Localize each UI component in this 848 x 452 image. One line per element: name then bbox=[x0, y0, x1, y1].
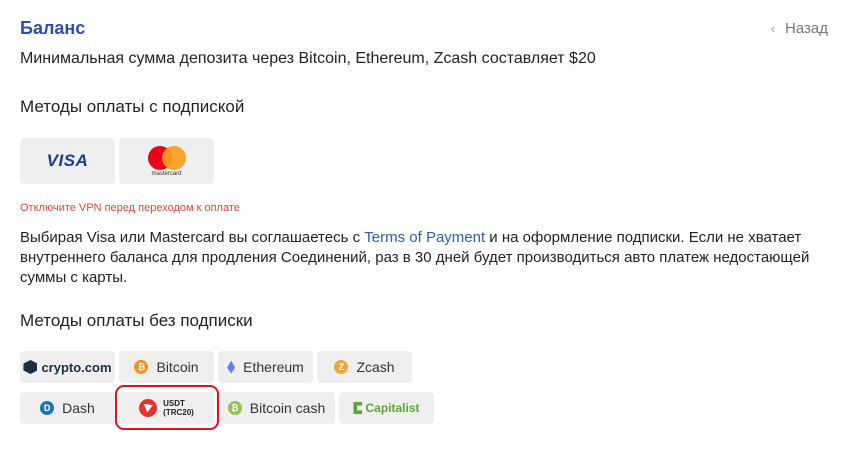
bitcoin-button[interactable]: ₿ Bitcoin bbox=[119, 351, 214, 383]
mastercard-logo: mastercard bbox=[147, 145, 186, 177]
back-button[interactable]: ‹ Назад bbox=[771, 20, 828, 37]
bitcoin-cash-label: Bitcoin cash bbox=[249, 400, 326, 416]
chevron-left-icon: ‹ bbox=[770, 21, 776, 36]
terms-of-payment-link[interactable]: Terms of Payment bbox=[364, 229, 485, 246]
zcash-button[interactable]: Z Zcash bbox=[317, 351, 412, 383]
ethereum-button[interactable]: Ethereum bbox=[218, 351, 313, 383]
subscription-heading: Методы оплаты с подпиской bbox=[20, 97, 245, 116]
dash-icon: D bbox=[40, 401, 55, 415]
capitalist-label: Capitalist bbox=[365, 401, 420, 415]
crypto-com-label: crypto.com bbox=[41, 359, 112, 375]
crypto-com-button[interactable]: crypto.com bbox=[20, 351, 115, 383]
capitalist-logo: Capitalist bbox=[353, 401, 420, 415]
ethereum-icon bbox=[227, 360, 236, 374]
dash-label: Dash bbox=[62, 400, 95, 416]
crypto-com-logo: crypto.com bbox=[23, 359, 112, 375]
terms-text-before: Выбирая Visa или Mastercard вы соглашает… bbox=[20, 229, 365, 246]
no-subscription-heading: Методы оплаты без подписки bbox=[20, 311, 253, 330]
zcash-icon: Z bbox=[334, 360, 349, 374]
bitcoin-cash-button[interactable]: ₿ Bitcoin cash bbox=[218, 392, 335, 424]
visa-logo: VISA bbox=[46, 151, 89, 170]
min-deposit-note: Минимальная сумма депозита через Bitcoin… bbox=[20, 50, 596, 67]
visa-button[interactable]: VISA bbox=[20, 138, 115, 184]
zcash-label: Zcash bbox=[356, 359, 395, 375]
bitcoin-cash-icon: ₿ bbox=[227, 401, 242, 415]
vpn-warning: Отключите VPN перед переходом к оплате bbox=[20, 202, 240, 214]
subscription-terms-text: Выбирая Visa или Mastercard вы соглашает… bbox=[20, 228, 832, 288]
usdt-highlight-outline bbox=[115, 385, 219, 430]
dash-button[interactable]: D Dash bbox=[20, 392, 115, 424]
page-title: Баланс bbox=[20, 18, 86, 38]
bitcoin-label: Bitcoin bbox=[156, 359, 199, 375]
capitalist-button[interactable]: Capitalist bbox=[339, 392, 434, 424]
back-label: Назад bbox=[785, 20, 828, 37]
ethereum-label: Ethereum bbox=[243, 359, 304, 375]
bitcoin-icon: ₿ bbox=[134, 360, 149, 374]
mastercard-label: mastercard bbox=[151, 170, 182, 177]
mastercard-button[interactable]: mastercard bbox=[119, 138, 214, 184]
